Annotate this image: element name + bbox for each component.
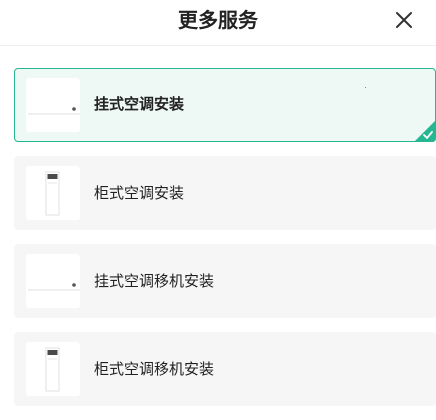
floor-ac-icon [26, 166, 80, 220]
wall-ac-icon [26, 78, 80, 132]
header: 更多服务 [0, 0, 436, 46]
close-button[interactable] [394, 10, 414, 30]
service-item-label: 挂式空调安装 [94, 95, 185, 113]
decor-dot [365, 87, 366, 88]
service-item-label: 柜式空调移机安装 [94, 360, 215, 378]
service-item-wall-ac-relocate[interactable]: 挂式空调移机安装 [14, 244, 436, 318]
service-item-wall-ac-install[interactable]: 挂式空调安装 [14, 68, 436, 142]
floor-ac-icon [26, 342, 80, 396]
page-title: 更多服务 [178, 8, 258, 32]
service-item-floor-ac-relocate[interactable]: 柜式空调移机安装 [14, 332, 436, 406]
wall-ac-icon [26, 254, 80, 308]
service-item-floor-ac-install[interactable]: 柜式空调安装 [14, 156, 436, 230]
close-icon [396, 12, 412, 28]
service-list: 挂式空调安装 柜式空调安装 挂式空调移机安装 柜式空调移机安装 [14, 68, 436, 420]
service-item-label: 柜式空调安装 [94, 184, 185, 202]
service-item-label: 挂式空调移机安装 [94, 272, 215, 290]
selected-check-icon [414, 120, 436, 142]
